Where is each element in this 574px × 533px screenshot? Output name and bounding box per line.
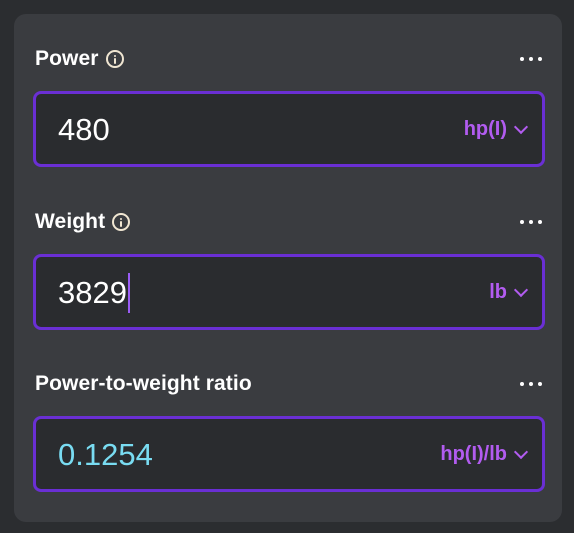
weight-label: Weight <box>35 210 106 233</box>
weight-more-options-button[interactable] <box>520 215 542 229</box>
weight-value[interactable]: 3829 <box>58 273 130 313</box>
power-header: Power <box>35 44 124 74</box>
text-caret <box>127 273 130 313</box>
calculator-panel: Power 480 hp(I) Weight 3829 lb Power-to-… <box>14 14 562 522</box>
ratio-more-options-button[interactable] <box>520 377 542 391</box>
weight-unit-label: lb <box>489 281 507 303</box>
chevron-down-icon <box>513 119 529 134</box>
info-icon[interactable] <box>105 50 124 68</box>
ratio-value[interactable]: 0.1254 <box>58 435 153 475</box>
ratio-header: Power-to-weight ratio <box>35 369 252 399</box>
power-label: Power <box>35 47 99 70</box>
power-more-options-button[interactable] <box>520 52 542 66</box>
power-value[interactable]: 480 <box>58 110 110 150</box>
chevron-down-icon <box>513 444 529 459</box>
power-unit-label: hp(I) <box>463 118 507 140</box>
weight-value-text: 3829 <box>58 275 127 310</box>
power-input[interactable]: 480 hp(I) <box>33 91 545 167</box>
more-options-icon <box>520 220 524 224</box>
more-options-icon <box>520 57 524 61</box>
weight-header: Weight <box>35 207 131 237</box>
ratio-unit-label: hp(I)/lb <box>440 443 507 465</box>
weight-unit-select[interactable]: lb <box>489 281 529 304</box>
ratio-input[interactable]: 0.1254 hp(I)/lb <box>33 416 545 492</box>
chevron-down-icon <box>513 282 529 297</box>
ratio-unit-select[interactable]: hp(I)/lb <box>440 443 529 466</box>
ratio-label: Power-to-weight ratio <box>35 372 252 395</box>
more-options-icon <box>520 382 524 386</box>
weight-input[interactable]: 3829 lb <box>33 254 545 330</box>
info-icon[interactable] <box>112 213 131 231</box>
power-unit-select[interactable]: hp(I) <box>463 118 529 141</box>
